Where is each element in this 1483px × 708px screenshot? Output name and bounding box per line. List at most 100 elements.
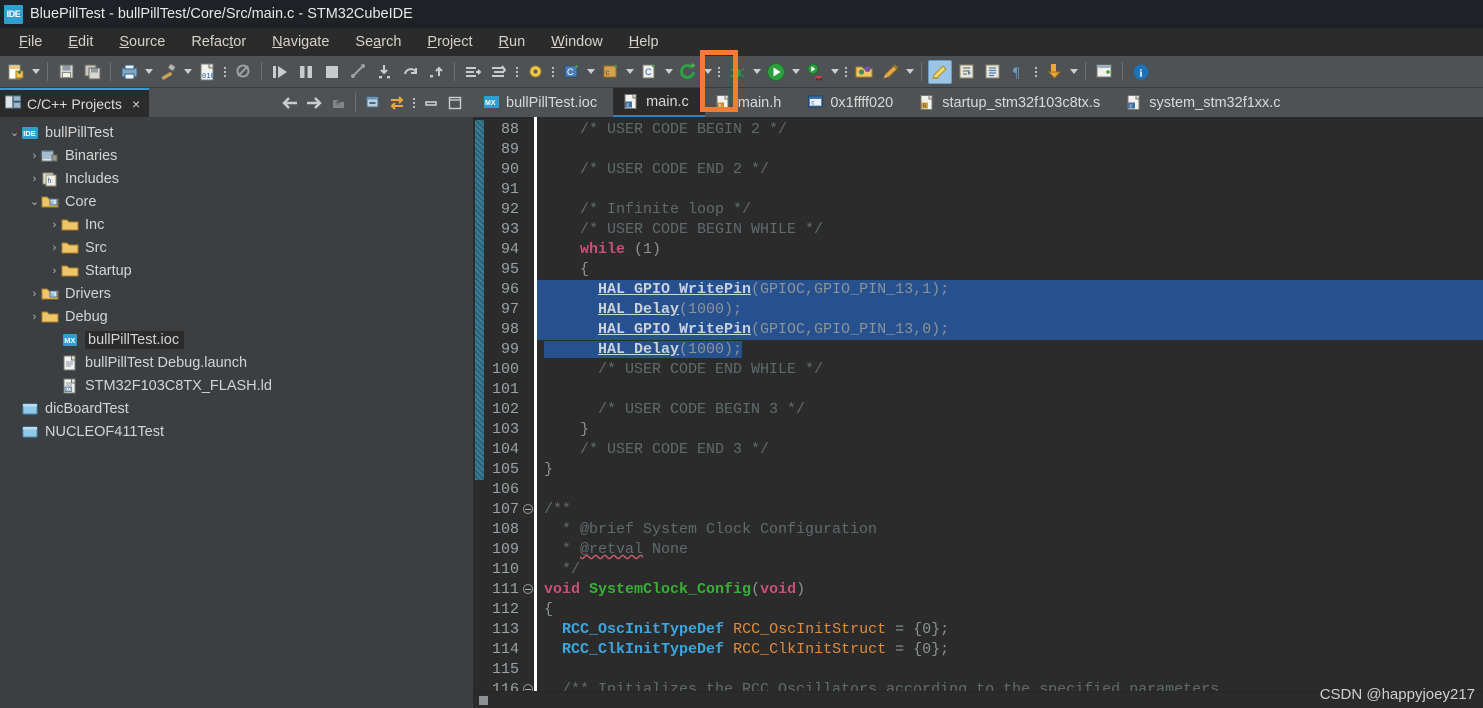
terminate-icon[interactable] — [320, 60, 344, 84]
code-line[interactable]: /* USER CODE END WHILE */ — [537, 360, 1483, 380]
fold-marker-icon[interactable] — [523, 584, 533, 594]
toolbar-drag-handle[interactable] — [843, 62, 849, 82]
tree-item-nucleof411test[interactable]: NUCLEOF411Test — [0, 420, 473, 443]
build-all-icon[interactable] — [523, 60, 547, 84]
tree-item-bullpilltest-ioc[interactable]: MX bullPillTest.ioc — [0, 328, 473, 351]
minimize-icon[interactable] — [420, 92, 442, 114]
open-perspective-icon[interactable] — [852, 60, 876, 84]
editor-tab-system-stm32f1xx-c[interactable]: c system_stm32f1xx.c — [1116, 88, 1296, 117]
chevron-down-icon[interactable] — [662, 61, 675, 83]
menu-help[interactable]: Help — [616, 31, 672, 53]
run-dropdown-chevron-icon[interactable] — [789, 61, 802, 83]
menu-navigate[interactable]: Navigate — [259, 31, 342, 53]
chevron-down-icon[interactable] — [29, 61, 42, 83]
disconnect-icon[interactable] — [346, 60, 370, 84]
step-return-icon[interactable] — [424, 60, 448, 84]
chevron-down-icon[interactable] — [181, 61, 194, 83]
code-line[interactable]: void SystemClock_Config(void) — [537, 580, 1483, 600]
highlight-brush-icon[interactable] — [928, 59, 952, 84]
tree-item-bullpilltest[interactable]: ⌄ IDE bullPillTest — [0, 121, 473, 144]
chevron-down-icon[interactable]: ⌄ — [8, 121, 21, 144]
run-config-icon[interactable] — [803, 60, 827, 84]
menu-edit[interactable]: Edit — [55, 31, 106, 53]
back-arrow-icon[interactable] — [279, 92, 301, 114]
print-icon[interactable] — [117, 60, 141, 84]
debug-icon[interactable] — [725, 60, 749, 84]
tree-item-dicboardtest[interactable]: dicBoardTest — [0, 397, 473, 420]
menu-project[interactable]: Project — [414, 31, 485, 53]
code-line[interactable]: RCC_ClkInitTypeDef RCC_ClkInitStruct = {… — [537, 640, 1483, 660]
folding-ruler[interactable] — [522, 117, 534, 691]
chevron-down-icon[interactable] — [828, 61, 841, 83]
tree-item-binaries[interactable]: › Binaries — [0, 144, 473, 167]
code-line[interactable]: HAL_GPIO_WritePin(GPIOC,GPIO_PIN_13,1); — [537, 280, 1483, 300]
show-whitespace-icon[interactable] — [980, 60, 1004, 84]
new-c-source-icon[interactable]: C — [637, 60, 661, 84]
menu-run[interactable]: Run — [486, 31, 539, 53]
tree-item-includes[interactable]: › h Includes — [0, 167, 473, 190]
toolbar-drag-handle[interactable] — [550, 62, 556, 82]
chevron-right-icon[interactable]: › — [28, 167, 41, 190]
open-window-icon[interactable] — [1092, 60, 1116, 84]
code-line[interactable]: /* USER CODE BEGIN WHILE */ — [537, 220, 1483, 240]
up-folder-icon[interactable] — [327, 92, 349, 114]
project-tree[interactable]: ⌄ IDE bullPillTest › Binaries › h Includes ⌄ c Cor… — [0, 117, 473, 708]
menu-search[interactable]: Search — [342, 31, 414, 53]
toolbar-drag-handle[interactable] — [1033, 62, 1039, 82]
new-cpp-class-icon[interactable]: c — [598, 60, 622, 84]
chevron-right-icon[interactable]: › — [28, 305, 41, 328]
pencil-edit-icon[interactable] — [878, 60, 902, 84]
fold-marker-icon[interactable] — [523, 504, 533, 514]
chevron-down-icon[interactable] — [701, 61, 714, 83]
tree-item-drivers[interactable]: › c Drivers — [0, 282, 473, 305]
toolbar-drag-handle[interactable] — [716, 62, 722, 82]
code-line[interactable]: } — [537, 420, 1483, 440]
collapse-all-icon[interactable] — [362, 92, 384, 114]
chevron-down-icon[interactable]: ⌄ — [28, 190, 41, 213]
scrollbar-thumb[interactable] — [479, 695, 488, 705]
toolbar-drag-handle[interactable] — [222, 62, 228, 82]
chevron-down-icon[interactable] — [750, 61, 763, 83]
binary-file-icon[interactable]: 010 — [195, 60, 219, 84]
run-button[interactable] — [764, 60, 788, 84]
chevron-right-icon[interactable]: › — [48, 213, 61, 236]
tree-item-inc[interactable]: › Inc — [0, 213, 473, 236]
step-into-icon[interactable] — [372, 60, 396, 84]
code-line[interactable]: /* USER CODE END 3 */ — [537, 440, 1483, 460]
view-menu-icon[interactable] — [411, 93, 417, 113]
build-hammer-icon[interactable] — [156, 60, 180, 84]
chevron-down-icon[interactable] — [623, 61, 636, 83]
tree-item-stm32f103c8tx-flash-ld[interactable]: LD STM32F103C8TX_FLASH.ld — [0, 374, 473, 397]
previous-annotation-icon[interactable] — [487, 60, 511, 84]
editor-tab-0x1ffff020[interactable]: c 0x1ffff020 — [797, 88, 909, 117]
save-icon[interactable] — [54, 60, 78, 84]
info-icon[interactable]: i — [1129, 60, 1153, 84]
editor-tab-main-h[interactable]: h main.h — [705, 88, 798, 117]
code-line[interactable]: /* USER CODE BEGIN 2 */ — [537, 120, 1483, 140]
tree-item-bullpilltest-debug-launch[interactable]: bullPillTest Debug.launch — [0, 351, 473, 374]
chevron-right-icon[interactable]: › — [28, 282, 41, 305]
menu-source[interactable]: Source — [106, 31, 178, 53]
code-line[interactable]: while (1) — [537, 240, 1483, 260]
code-line[interactable]: /* Infinite loop */ — [537, 200, 1483, 220]
chevron-down-icon[interactable] — [903, 61, 916, 83]
editor-horizontal-scrollbar[interactable] — [473, 691, 1483, 708]
code-line[interactable]: HAL_Delay(1000); — [537, 340, 1483, 360]
code-line[interactable]: HAL_Delay(1000); — [537, 300, 1483, 320]
toolbar-drag-handle[interactable] — [514, 62, 520, 82]
code-line[interactable]: RCC_OscInitTypeDef RCC_OscInitStruct = {… — [537, 620, 1483, 640]
source-code-text[interactable]: /* USER CODE BEGIN 2 */ /* USER CODE END… — [537, 117, 1483, 691]
code-line[interactable]: /* USER CODE END 2 */ — [537, 160, 1483, 180]
code-line[interactable]: */ — [537, 560, 1483, 580]
code-line[interactable]: * @brief System Clock Configuration — [537, 520, 1483, 540]
code-line[interactable]: { — [537, 260, 1483, 280]
skip-breakpoints-icon[interactable] — [231, 60, 255, 84]
editor-tab-bullpilltest-ioc[interactable]: MX bullPillTest.ioc — [473, 88, 613, 117]
pilcrow-icon[interactable]: ¶ — [1006, 60, 1030, 84]
code-line[interactable] — [537, 660, 1483, 680]
tree-item-startup[interactable]: › Startup — [0, 259, 473, 282]
close-icon[interactable]: × — [132, 96, 140, 112]
code-line[interactable]: /* USER CODE BEGIN 3 */ — [537, 400, 1483, 420]
chevron-down-icon[interactable] — [1067, 61, 1080, 83]
code-line[interactable] — [537, 140, 1483, 160]
